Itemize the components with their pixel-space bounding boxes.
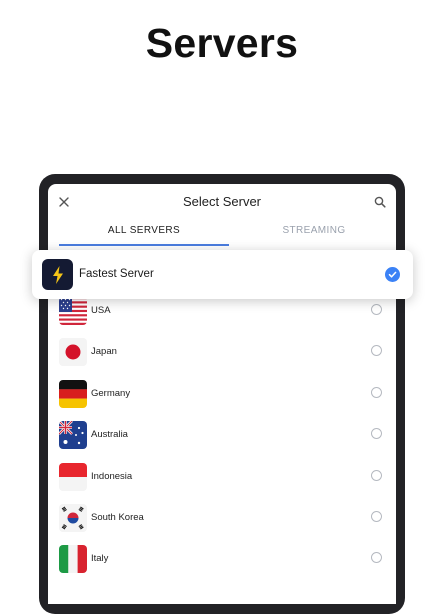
- australia-flag-icon: [59, 421, 87, 450]
- lightning-bolt-icon: [42, 259, 73, 290]
- country-name: Italy: [91, 553, 109, 565]
- page-headline: Servers: [145, 20, 299, 66]
- search-icon: [374, 196, 386, 208]
- germany-flag-icon: [59, 379, 87, 408]
- radio-button[interactable]: [371, 386, 382, 398]
- country-name: South Korea: [91, 511, 144, 523]
- server-row-indonesia[interactable]: Indonesia: [48, 456, 396, 497]
- server-tabs: ALL SERVERS STREAMING: [48, 222, 396, 248]
- country-name: Japan: [91, 346, 117, 358]
- server-row-germany[interactable]: Germany: [48, 373, 396, 414]
- indonesia-flag-icon: [59, 462, 87, 491]
- server-list: USA Japan Germany Australia Indonesia So…: [48, 290, 396, 580]
- radio-button[interactable]: [371, 428, 382, 440]
- japan-flag-icon: [59, 338, 87, 367]
- server-row-australia[interactable]: Australia: [48, 414, 396, 455]
- dialog-title: Select Server: [182, 194, 262, 209]
- server-row-japan[interactable]: Japan: [48, 331, 396, 372]
- country-name: Australia: [91, 429, 128, 441]
- server-row-south-korea[interactable]: South Korea: [48, 497, 396, 538]
- italy-flag-icon: [59, 545, 87, 574]
- radio-button[interactable]: [371, 510, 382, 522]
- fastest-server-label: Fastest Server: [79, 268, 154, 280]
- country-name: Germany: [91, 387, 131, 399]
- south-korea-flag-icon: [59, 503, 87, 532]
- us-flag-icon: [59, 297, 87, 325]
- radio-button[interactable]: [371, 345, 382, 357]
- active-tab-indicator: [59, 244, 229, 246]
- radio-button[interactable]: [371, 552, 382, 564]
- server-row-italy[interactable]: Italy: [48, 538, 396, 579]
- tab-streaming[interactable]: STREAMING: [229, 225, 396, 236]
- radio-button[interactable]: [371, 469, 382, 481]
- tab-all-servers[interactable]: ALL SERVERS: [59, 225, 229, 236]
- check-icon[interactable]: [385, 267, 400, 282]
- country-name: Indonesia: [91, 470, 133, 482]
- top-bar: Select Server: [48, 184, 396, 224]
- fastest-server-option[interactable]: Fastest Server: [32, 250, 413, 299]
- radio-button[interactable]: [371, 304, 382, 315]
- server-select-screen: Select Server ALL SERVERS STREAMING USA …: [48, 184, 396, 604]
- search-button[interactable]: [372, 194, 388, 210]
